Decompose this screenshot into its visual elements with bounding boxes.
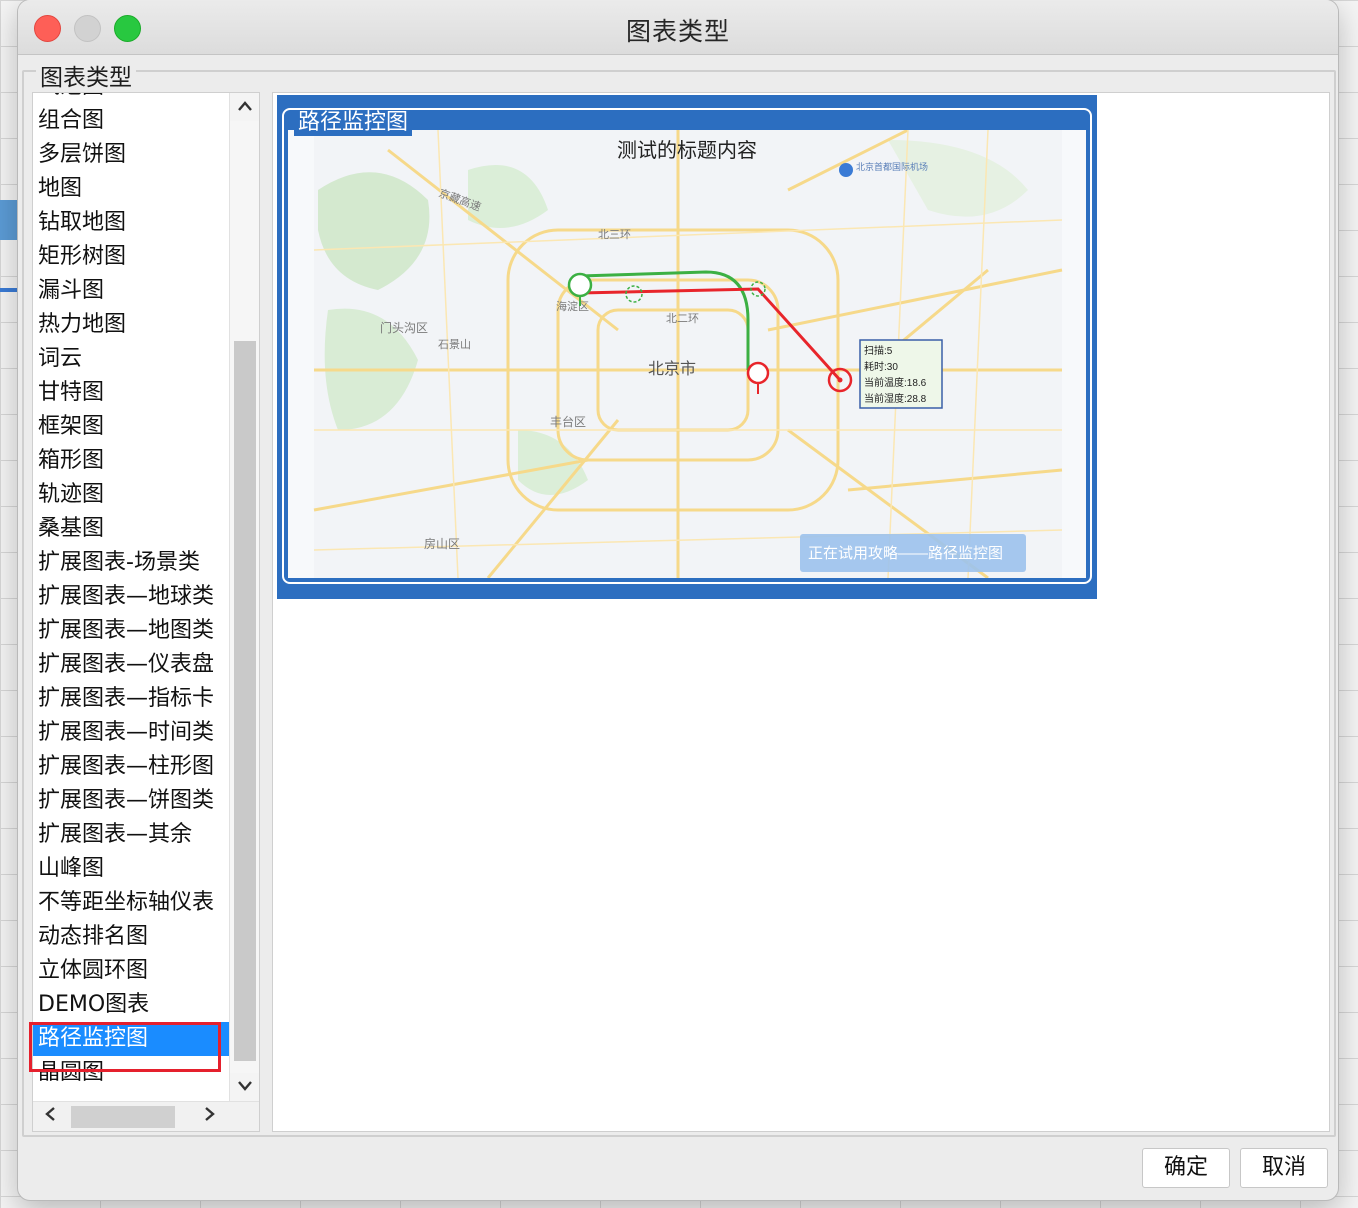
list-item[interactable]: 地图 [33, 172, 229, 206]
list-item[interactable]: 甘特图 [33, 376, 229, 410]
list-item[interactable]: 扩展图表—其余 [33, 818, 229, 852]
chevron-down-icon[interactable] [230, 1073, 259, 1101]
list-item[interactable]: 扩展图表—指标卡 [33, 682, 229, 716]
list-items: 气泡图组合图多层饼图地图钻取地图矩形树图漏斗图热力地图词云甘特图框架图箱形图轨迹… [33, 93, 229, 1090]
background-accent [0, 200, 18, 240]
tooltip-line-3: 当前温度:18.6 [864, 376, 927, 389]
map-district-label-1: 海淀区 [556, 299, 589, 313]
list-item[interactable]: 热力地图 [33, 308, 229, 342]
list-item[interactable]: 扩展图表—地球类 [33, 580, 229, 614]
list-item[interactable]: 扩展图表—仪表盘 [33, 648, 229, 682]
list-item[interactable]: 山峰图 [33, 852, 229, 886]
chevron-up-icon[interactable] [230, 93, 259, 121]
list-item[interactable]: 矩形树图 [33, 240, 229, 274]
horizontal-scrollbar[interactable] [33, 1101, 259, 1131]
list-item[interactable]: 扩展图表—饼图类 [33, 784, 229, 818]
preview-card-frame: 北京市 海淀区 门头沟区 丰台区 房山区 北京首都国际机场 北三环 北二环 京藏… [282, 108, 1092, 584]
list-item[interactable]: 钻取地图 [33, 206, 229, 240]
list-item[interactable]: 动态排名图 [33, 920, 229, 954]
chart-type-dialog: 图表类型 图表类型 气泡图组合图多层饼图地图钻取地图矩形树图漏斗图热力地图词云甘… [18, 0, 1338, 1200]
map-city-label: 北京市 [648, 360, 696, 378]
list-item-selected[interactable]: 路径监控图 [33, 1022, 229, 1056]
chevron-left-icon[interactable] [35, 1103, 65, 1131]
group-legend: 图表类型 [36, 58, 136, 92]
vertical-scrollbar[interactable] [229, 93, 259, 1101]
preview-card[interactable]: 北京市 海淀区 门头沟区 丰台区 房山区 北京首都国际机场 北三环 北二环 京藏… [277, 95, 1097, 599]
chart-title: 测试的标题内容 [617, 138, 757, 162]
list-item[interactable]: 晶圆图 [33, 1056, 229, 1090]
map-district-label-4: 房山区 [424, 536, 460, 551]
list-item[interactable]: 箱形图 [33, 444, 229, 478]
list-item[interactable]: 不等距坐标轴仪表 [33, 886, 229, 920]
window-title: 图表类型 [625, 17, 730, 46]
map-district-label-3: 丰台区 [550, 414, 586, 429]
map-road-label-2: 北二环 [666, 312, 699, 325]
list-item[interactable]: DEMO图表 [33, 988, 229, 1022]
tooltip-line-2: 耗时:30 [864, 361, 898, 373]
title-bar: 图表类型 [18, 0, 1338, 55]
list-item[interactable]: 漏斗图 [33, 274, 229, 308]
h-scroll-thumb[interactable] [71, 1106, 175, 1128]
preview-panel: 北京市 海淀区 门头沟区 丰台区 房山区 北京首都国际机场 北三环 北二环 京藏… [272, 92, 1330, 1132]
chart-type-group: 图表类型 气泡图组合图多层饼图地图钻取地图矩形树图漏斗图热力地图词云甘特图框架图… [22, 58, 1336, 1137]
list-item[interactable]: 多层饼图 [33, 138, 229, 172]
list-viewport: 气泡图组合图多层饼图地图钻取地图矩形树图漏斗图热力地图词云甘特图框架图箱形图轨迹… [33, 93, 229, 1101]
list-item[interactable]: 框架图 [33, 410, 229, 444]
map-road-label-1: 北三环 [598, 228, 631, 241]
scroll-track[interactable] [230, 121, 259, 1073]
tooltip-line-4: 当前湿度:28.8 [864, 392, 927, 405]
list-item[interactable]: 词云 [33, 342, 229, 376]
chart-type-list[interactable]: 气泡图组合图多层饼图地图钻取地图矩形树图漏斗图热力地图词云甘特图框架图箱形图轨迹… [32, 92, 260, 1132]
list-item[interactable]: 气泡图 [33, 93, 229, 104]
list-item[interactable]: 桑基图 [33, 512, 229, 546]
list-item[interactable]: 立体圆环图 [33, 954, 229, 988]
list-item[interactable]: 扩展图表—柱形图 [33, 750, 229, 784]
map-canvas: 北京市 海淀区 门头沟区 丰台区 房山区 北京首都国际机场 北三环 北二环 京藏… [313, 130, 1063, 578]
preview-card-title: 路径监控图 [294, 110, 413, 136]
list-item[interactable]: 轨迹图 [33, 478, 229, 512]
watermark-text: 正在试用攻略——路径监控图 [808, 545, 1003, 562]
scroll-thumb[interactable] [234, 341, 256, 1061]
background-accent-line [0, 288, 18, 292]
ok-button[interactable]: 确定 [1142, 1148, 1230, 1188]
list-item[interactable]: 扩展图表-场景类 [33, 546, 229, 580]
list-item[interactable]: 扩展图表—地图类 [33, 614, 229, 648]
tooltip-line-1: 扫描:5 [864, 344, 893, 357]
map-district-label-2: 门头沟区 [380, 320, 428, 335]
list-item[interactable]: 扩展图表—时间类 [33, 716, 229, 750]
route-map-preview: 北京市 海淀区 门头沟区 丰台区 房山区 北京首都国际机场 北三环 北二环 京藏… [288, 130, 1086, 578]
map-road-label-4: 石景山 [438, 338, 471, 351]
list-item[interactable]: 组合图 [33, 104, 229, 138]
cancel-button[interactable]: 取消 [1240, 1148, 1328, 1188]
chevron-right-icon[interactable] [195, 1103, 225, 1131]
